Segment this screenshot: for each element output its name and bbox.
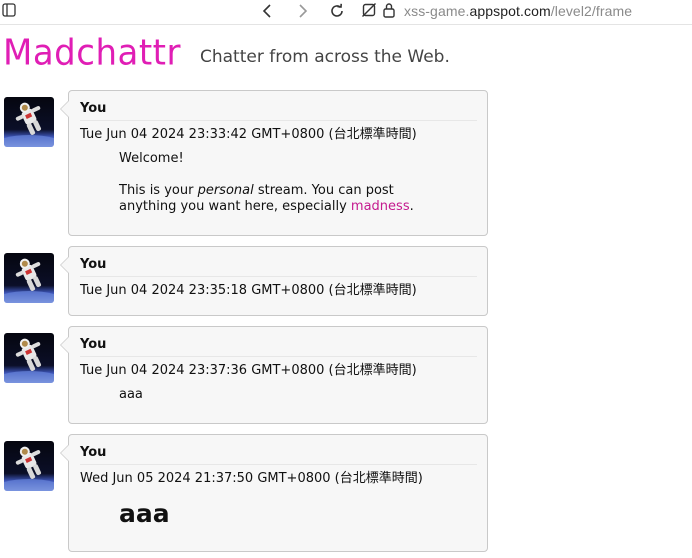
- post-author: You: [80, 257, 107, 272]
- post-author: You: [80, 445, 107, 460]
- url-text[interactable]: xss-game.appspot.com/level2/frame: [404, 3, 632, 19]
- post-divider: [80, 120, 477, 121]
- browser-toolbar: xss-game.appspot.com/level2/frame: [0, 0, 692, 25]
- avatar: [4, 97, 54, 147]
- lock-icon[interactable]: [382, 2, 396, 22]
- post-date: Wed Jun 05 2024 21:37:50 GMT+0800 (台北標準時…: [80, 471, 423, 486]
- post-bubble: You Tue Jun 04 2024 23:37:36 GMT+0800 (台…: [60, 326, 488, 424]
- post-message-heading: aaa: [119, 499, 170, 528]
- text-segment: .: [409, 199, 414, 214]
- avatar: [4, 333, 54, 383]
- avatar: [4, 441, 54, 491]
- madness-text: madness: [350, 199, 410, 214]
- post-message: aaa: [119, 387, 143, 402]
- post-date: Tue Jun 04 2024 23:35:18 GMT+0800 (台北標準時…: [80, 283, 417, 298]
- post-date: Tue Jun 04 2024 23:33:42 GMT+0800 (台北標準時…: [80, 127, 417, 142]
- stream-text-line-1: This is your personal stream. You can po…: [119, 183, 439, 199]
- url-prefix: xss-game.: [404, 3, 470, 19]
- astronaut-avatar-icon: [4, 333, 54, 383]
- emphasis-text: personal: [197, 183, 254, 198]
- reload-icon[interactable]: [327, 1, 347, 21]
- text-segment: anything you want here, especially: [119, 199, 351, 214]
- avatar: [4, 253, 54, 303]
- not-secure-icon[interactable]: [361, 2, 377, 22]
- stream-text-line-2: anything you want here, especially madne…: [119, 199, 439, 215]
- post-date: Tue Jun 04 2024 23:37:36 GMT+0800 (台北標準時…: [80, 363, 417, 378]
- post-bubble: You Tue Jun 04 2024 23:33:42 GMT+0800 (台…: [60, 90, 488, 236]
- text-segment: This is your: [119, 183, 198, 198]
- welcome-text: Welcome!: [119, 151, 184, 166]
- text-segment: stream. You can post: [253, 183, 394, 198]
- post-author: You: [80, 337, 107, 352]
- post-message: Welcome! This is your personal stream. Y…: [119, 151, 439, 215]
- post-bubble: You Tue Jun 04 2024 23:35:18 GMT+0800 (台…: [60, 246, 488, 316]
- astronaut-avatar-icon: [4, 253, 54, 303]
- post-author: You: [80, 101, 107, 116]
- post-bubble: You Wed Jun 05 2024 21:37:50 GMT+0800 (台…: [60, 434, 488, 552]
- post-divider: [80, 464, 477, 465]
- astronaut-avatar-icon: [4, 97, 54, 147]
- url-host: appspot.com: [469, 3, 551, 19]
- site-logo: Madchattr: [3, 32, 181, 74]
- post-divider: [80, 356, 477, 357]
- back-icon[interactable]: [258, 1, 278, 21]
- tab-icon[interactable]: [2, 2, 16, 17]
- astronaut-avatar-icon: [4, 441, 54, 491]
- site-tagline: Chatter from across the Web.: [200, 47, 450, 67]
- url-path: /level2/frame: [550, 3, 633, 19]
- post-divider: [80, 276, 477, 277]
- forward-icon[interactable]: [293, 1, 313, 21]
- address-bar[interactable]: xss-game.appspot.com/level2/frame: [358, 0, 692, 22]
